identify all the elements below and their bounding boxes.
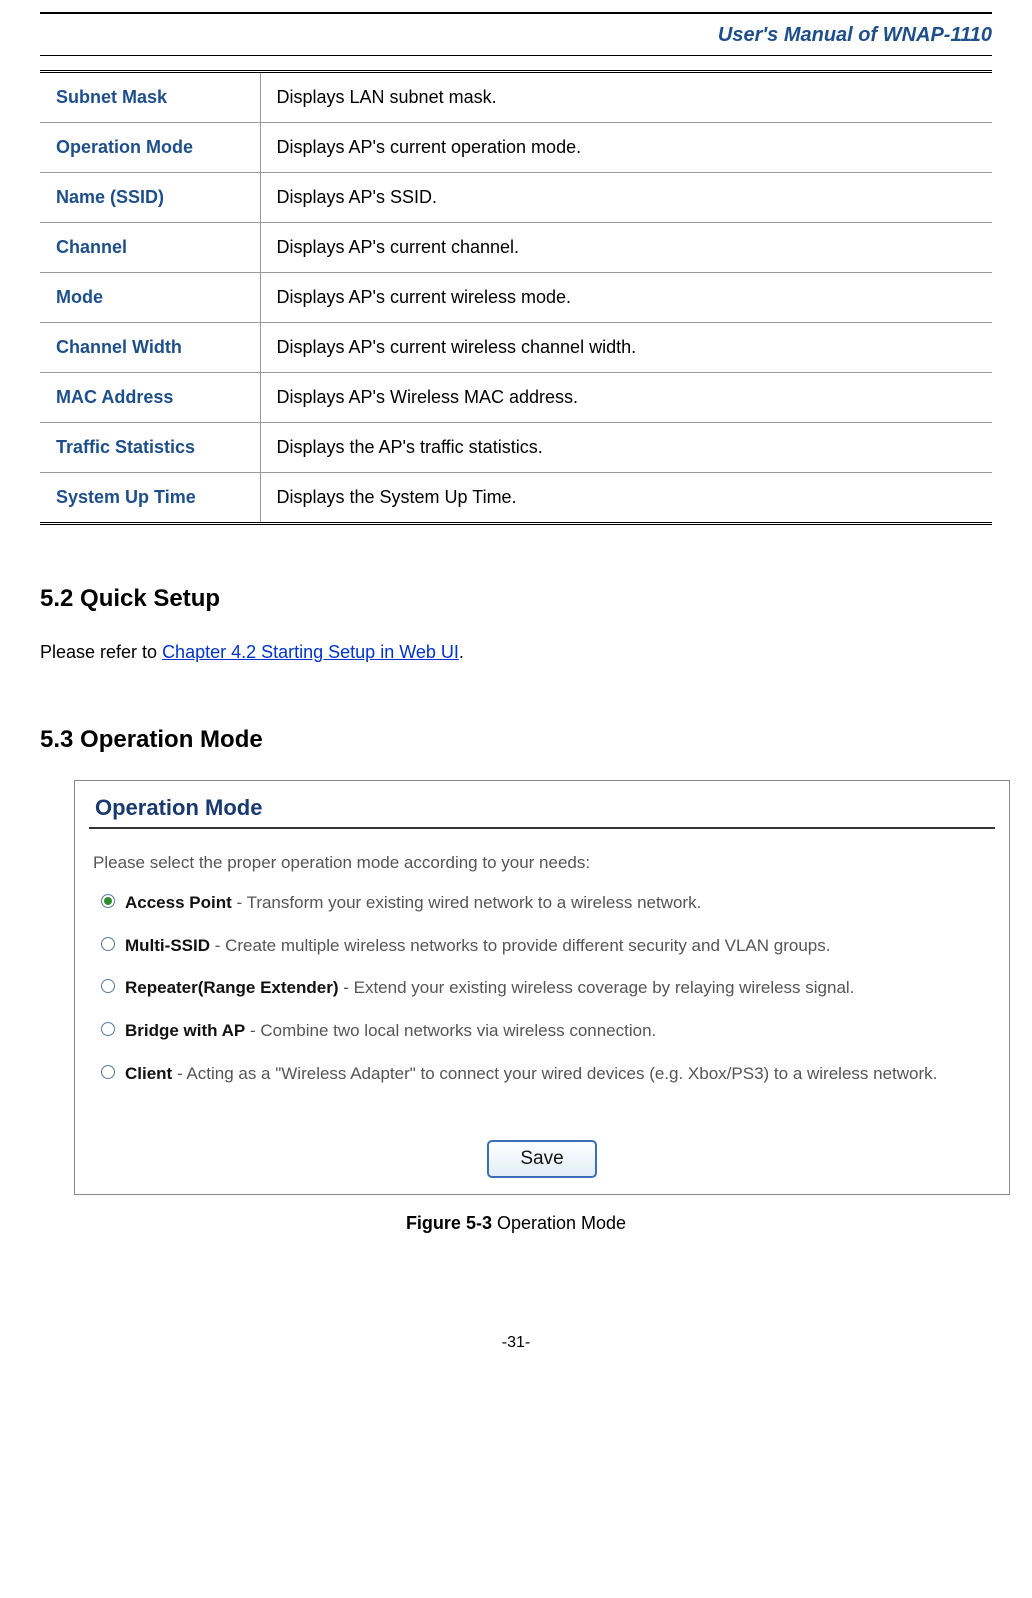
option-description: - Create multiple wireless networks to p… bbox=[210, 936, 830, 955]
radio-icon[interactable] bbox=[101, 979, 115, 993]
table-cell-value: Displays AP's current wireless channel w… bbox=[260, 323, 992, 373]
table-cell-key: Channel bbox=[40, 223, 260, 273]
chapter-4-2-link[interactable]: Chapter 4.2 Starting Setup in Web UI bbox=[162, 642, 459, 662]
table-row: Name (SSID)Displays AP's SSID. bbox=[40, 173, 992, 223]
table-row: Subnet MaskDisplays LAN subnet mask. bbox=[40, 73, 992, 123]
table-cell-key: System Up Time bbox=[40, 473, 260, 523]
section-5-3-heading: 5.3 Operation Mode bbox=[40, 726, 992, 754]
operation-mode-figure: Operation Mode Please select the proper … bbox=[74, 780, 1010, 1195]
table-cell-key: Operation Mode bbox=[40, 123, 260, 173]
radio-icon[interactable] bbox=[101, 1022, 115, 1036]
table-row: Channel WidthDisplays AP's current wirel… bbox=[40, 323, 992, 373]
table-cell-key: Channel Width bbox=[40, 323, 260, 373]
figure-lead-text: Please select the proper operation mode … bbox=[75, 847, 1009, 891]
table-row: Operation ModeDisplays AP's current oper… bbox=[40, 123, 992, 173]
doc-header-title: User's Manual of WNAP-1110 bbox=[40, 18, 992, 55]
quick-setup-tail: . bbox=[459, 642, 464, 662]
section-5-2-text: Please refer to Chapter 4.2 Starting Set… bbox=[40, 639, 992, 666]
option-text: Repeater(Range Extender) - Extend your e… bbox=[125, 976, 854, 1001]
table-cell-key: Subnet Mask bbox=[40, 73, 260, 123]
option-description: - Transform your existing wired network … bbox=[232, 893, 702, 912]
option-text: Client - Acting as a "Wireless Adapter" … bbox=[125, 1062, 937, 1087]
operation-mode-option[interactable]: Access Point - Transform your existing w… bbox=[101, 891, 993, 916]
operation-mode-option[interactable]: Client - Acting as a "Wireless Adapter" … bbox=[101, 1062, 993, 1087]
option-label: Multi-SSID bbox=[125, 936, 210, 955]
option-text: Bridge with AP - Combine two local netwo… bbox=[125, 1019, 656, 1044]
save-button[interactable]: Save bbox=[487, 1140, 597, 1178]
properties-table: Subnet MaskDisplays LAN subnet mask.Oper… bbox=[40, 73, 992, 522]
operation-mode-option[interactable]: Repeater(Range Extender) - Extend your e… bbox=[101, 976, 993, 1001]
option-label: Repeater(Range Extender) bbox=[125, 978, 339, 997]
option-label: Client bbox=[125, 1064, 172, 1083]
page-number: -31- bbox=[40, 1334, 992, 1352]
option-description: - Extend your existing wireless coverage… bbox=[339, 978, 855, 997]
figure-title: Operation Mode bbox=[75, 781, 1009, 827]
table-row: System Up TimeDisplays the System Up Tim… bbox=[40, 473, 992, 523]
option-text: Multi-SSID - Create multiple wireless ne… bbox=[125, 934, 830, 959]
table-cell-key: Mode bbox=[40, 273, 260, 323]
figure-caption: Figure 5-3 Operation Mode bbox=[40, 1213, 992, 1234]
option-description: - Acting as a "Wireless Adapter" to conn… bbox=[172, 1064, 937, 1083]
table-cell-value: Displays AP's Wireless MAC address. bbox=[260, 373, 992, 423]
radio-icon[interactable] bbox=[101, 894, 115, 908]
table-cell-value: Displays the System Up Time. bbox=[260, 473, 992, 523]
figure-divider bbox=[89, 827, 995, 829]
table-cell-value: Displays AP's SSID. bbox=[260, 173, 992, 223]
figure-caption-text: Operation Mode bbox=[492, 1213, 626, 1233]
quick-setup-lead: Please refer to bbox=[40, 642, 162, 662]
table-row: ModeDisplays AP's current wireless mode. bbox=[40, 273, 992, 323]
table-row: ChannelDisplays AP's current channel. bbox=[40, 223, 992, 273]
option-label: Access Point bbox=[125, 893, 232, 912]
option-description: - Combine two local networks via wireles… bbox=[245, 1021, 656, 1040]
option-label: Bridge with AP bbox=[125, 1021, 245, 1040]
figure-caption-label: Figure 5-3 bbox=[406, 1213, 492, 1233]
table-row: MAC AddressDisplays AP's Wireless MAC ad… bbox=[40, 373, 992, 423]
operation-mode-option[interactable]: Multi-SSID - Create multiple wireless ne… bbox=[101, 934, 993, 959]
radio-icon[interactable] bbox=[101, 1065, 115, 1079]
table-cell-key: Name (SSID) bbox=[40, 173, 260, 223]
section-5-2-heading: 5.2 Quick Setup bbox=[40, 585, 992, 613]
table-cell-value: Displays AP's current operation mode. bbox=[260, 123, 992, 173]
table-cell-value: Displays LAN subnet mask. bbox=[260, 73, 992, 123]
table-cell-value: Displays AP's current channel. bbox=[260, 223, 992, 273]
table-cell-key: Traffic Statistics bbox=[40, 423, 260, 473]
radio-icon[interactable] bbox=[101, 937, 115, 951]
table-cell-key: MAC Address bbox=[40, 373, 260, 423]
table-cell-value: Displays AP's current wireless mode. bbox=[260, 273, 992, 323]
table-cell-value: Displays the AP's traffic statistics. bbox=[260, 423, 992, 473]
operation-mode-option[interactable]: Bridge with AP - Combine two local netwo… bbox=[101, 1019, 993, 1044]
table-row: Traffic StatisticsDisplays the AP's traf… bbox=[40, 423, 992, 473]
option-text: Access Point - Transform your existing w… bbox=[125, 891, 701, 916]
